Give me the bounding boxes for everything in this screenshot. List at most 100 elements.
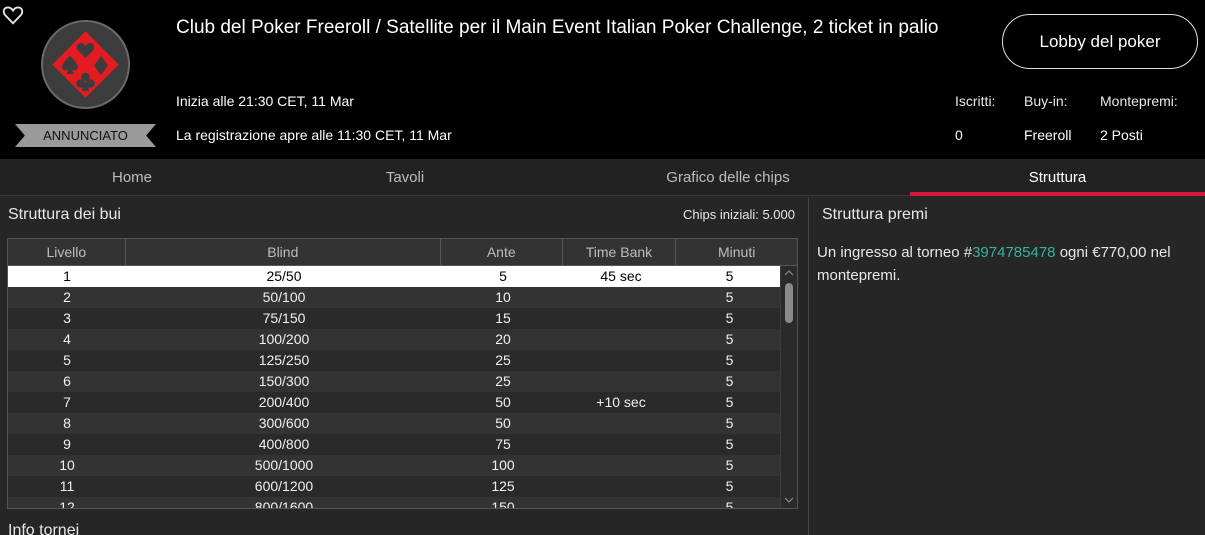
cell-time-bank [564,413,678,434]
cell-level: 9 [63,436,71,452]
prize-text-before: Un ingresso al torneo # [817,244,973,261]
prizepool-label: Montepremi: [1100,93,1178,109]
registered-label: Iscritti: [955,93,996,109]
cell-minutes: 5 [725,268,734,284]
cell-minutes: 5 [725,310,734,326]
starting-chips: Chips iniziali: 5.000 [682,207,795,222]
tournament-info-title: Info tornei [8,522,80,535]
column-header-time-bank[interactable]: Time Bank [563,239,677,265]
column-header-blind[interactable]: Blind [126,239,441,265]
cell-time-bank [564,308,678,329]
table-row[interactable]: 3 75/150 15 5 [8,308,781,329]
blind-structure-panel: Struttura dei bui Chips iniziali: 5.000 … [0,197,809,535]
table-row[interactable]: 7 200/400 50 +10 sec 5 [8,392,781,413]
poker-suits-logo [41,20,130,109]
cell-minutes: 5 [725,289,734,305]
prize-structure-title: Struttura premi [822,206,928,223]
cell-minutes: 5 [725,436,734,452]
cell-time-bank: +10 sec [596,394,646,410]
card-suits-logo [52,31,119,98]
cell-ante: 25 [495,352,511,368]
table-row[interactable]: 5 125/250 25 5 [8,350,781,371]
table-header: Livello Blind Ante Time Bank Minuti [8,239,797,266]
cell-time-bank [564,434,678,455]
cell-blind: 100/200 [258,331,310,347]
cell-ante: 25 [495,373,511,389]
table-row[interactable]: 10 500/1000 100 5 [8,455,781,476]
table-row[interactable]: 4 100/200 20 5 [8,329,781,350]
table-scrollbar[interactable] [780,266,797,508]
cell-minutes: 5 [725,373,734,389]
tournament-id-link[interactable]: 3974785478 [972,244,1055,261]
cell-level: 3 [63,310,71,326]
cell-ante: 100 [491,457,515,473]
cell-ante: 50 [495,415,511,431]
cell-level: 5 [63,352,71,368]
cell-minutes: 5 [725,394,734,410]
table-row[interactable]: 9 400/800 75 5 [8,434,781,455]
cell-time-bank: 45 sec [600,268,642,284]
heart-outline-icon[interactable] [2,4,24,26]
tab-bar: Home Tavoli Grafico delle chips Struttur… [0,159,1205,196]
cell-blind: 300/600 [258,415,310,431]
registration-time: La registrazione apre alle 11:30 CET, 11… [176,127,452,143]
cell-level: 11 [59,478,75,494]
cell-level: 4 [63,331,71,347]
cell-time-bank [564,329,678,350]
cell-level: 6 [63,373,71,389]
tournament-title: Club del Poker Freeroll / Satellite per … [176,17,939,38]
chevron-up-icon[interactable] [784,268,794,278]
cell-level: 10 [59,457,75,473]
scroll-thumb[interactable] [785,283,793,323]
column-header-minutes[interactable]: Minuti [676,239,797,265]
table-row[interactable]: 8 300/600 50 5 [8,413,781,434]
tab-tables[interactable]: Tavoli [264,159,546,196]
cell-blind: 50/100 [262,289,306,305]
cell-blind: 200/400 [258,394,310,410]
buyin-value: Freeroll [1024,127,1072,143]
cell-minutes: 5 [725,457,734,473]
cell-minutes: 5 [725,499,734,509]
cell-ante: 5 [499,268,507,284]
cell-blind: 400/800 [258,436,310,452]
cell-time-bank [564,476,678,497]
cell-level: 1 [63,268,71,284]
prizepool-value: 2 Posti [1100,127,1143,143]
cell-blind: 75/150 [262,310,306,326]
tab-home[interactable]: Home [0,159,264,196]
table-row[interactable]: 12 800/1600 150 5 [8,497,781,509]
cell-ante: 20 [495,331,511,347]
cell-ante: 150 [491,499,515,509]
table-row[interactable]: 1 25/50 5 45 sec 5 [8,266,781,287]
table-row[interactable]: 2 50/100 10 5 [8,287,781,308]
prize-structure-panel: Struttura premi Un ingresso al torneo #3… [810,197,1205,535]
table-row[interactable]: 6 150/300 25 5 [8,371,781,392]
start-time: Inizia alle 21:30 CET, 11 Mar [176,93,354,109]
prize-description: Un ingresso al torneo #3974785478 ogni €… [817,241,1205,287]
lobby-button[interactable]: Lobby del poker [1002,14,1198,69]
chevron-down-icon[interactable] [784,495,794,505]
cell-blind: 600/1200 [254,478,314,494]
tab-chip-chart[interactable]: Grafico delle chips [546,159,910,196]
table-rows: 1 25/50 5 45 sec 5 2 50/100 10 5 3 75/150 15 5 4 100/2… [8,266,781,509]
column-header-ante[interactable]: Ante [441,239,563,265]
cell-level: 8 [63,415,71,431]
blind-structure-title: Struttura dei bui [8,206,121,223]
cell-level: 12 [59,499,75,509]
status-badge: ANNUNCIATO [15,124,156,147]
blind-structure-table: Livello Blind Ante Time Bank Minuti 1 25/… [7,238,798,509]
tournament-header: ANNUNCIATO Club del Poker Freeroll / Sat… [0,0,1205,159]
cell-time-bank [564,455,678,476]
cell-ante: 50 [495,394,511,410]
cell-ante: 75 [495,436,511,452]
registered-value: 0 [955,127,963,143]
cell-level: 2 [63,289,71,305]
cell-time-bank [564,287,678,308]
cell-minutes: 5 [725,352,734,368]
cell-minutes: 5 [725,478,734,494]
cell-time-bank [564,371,678,392]
table-row[interactable]: 11 600/1200 125 5 [8,476,781,497]
tab-structure[interactable]: Struttura [910,159,1205,196]
cell-time-bank [564,497,678,508]
column-header-level[interactable]: Livello [8,239,126,265]
